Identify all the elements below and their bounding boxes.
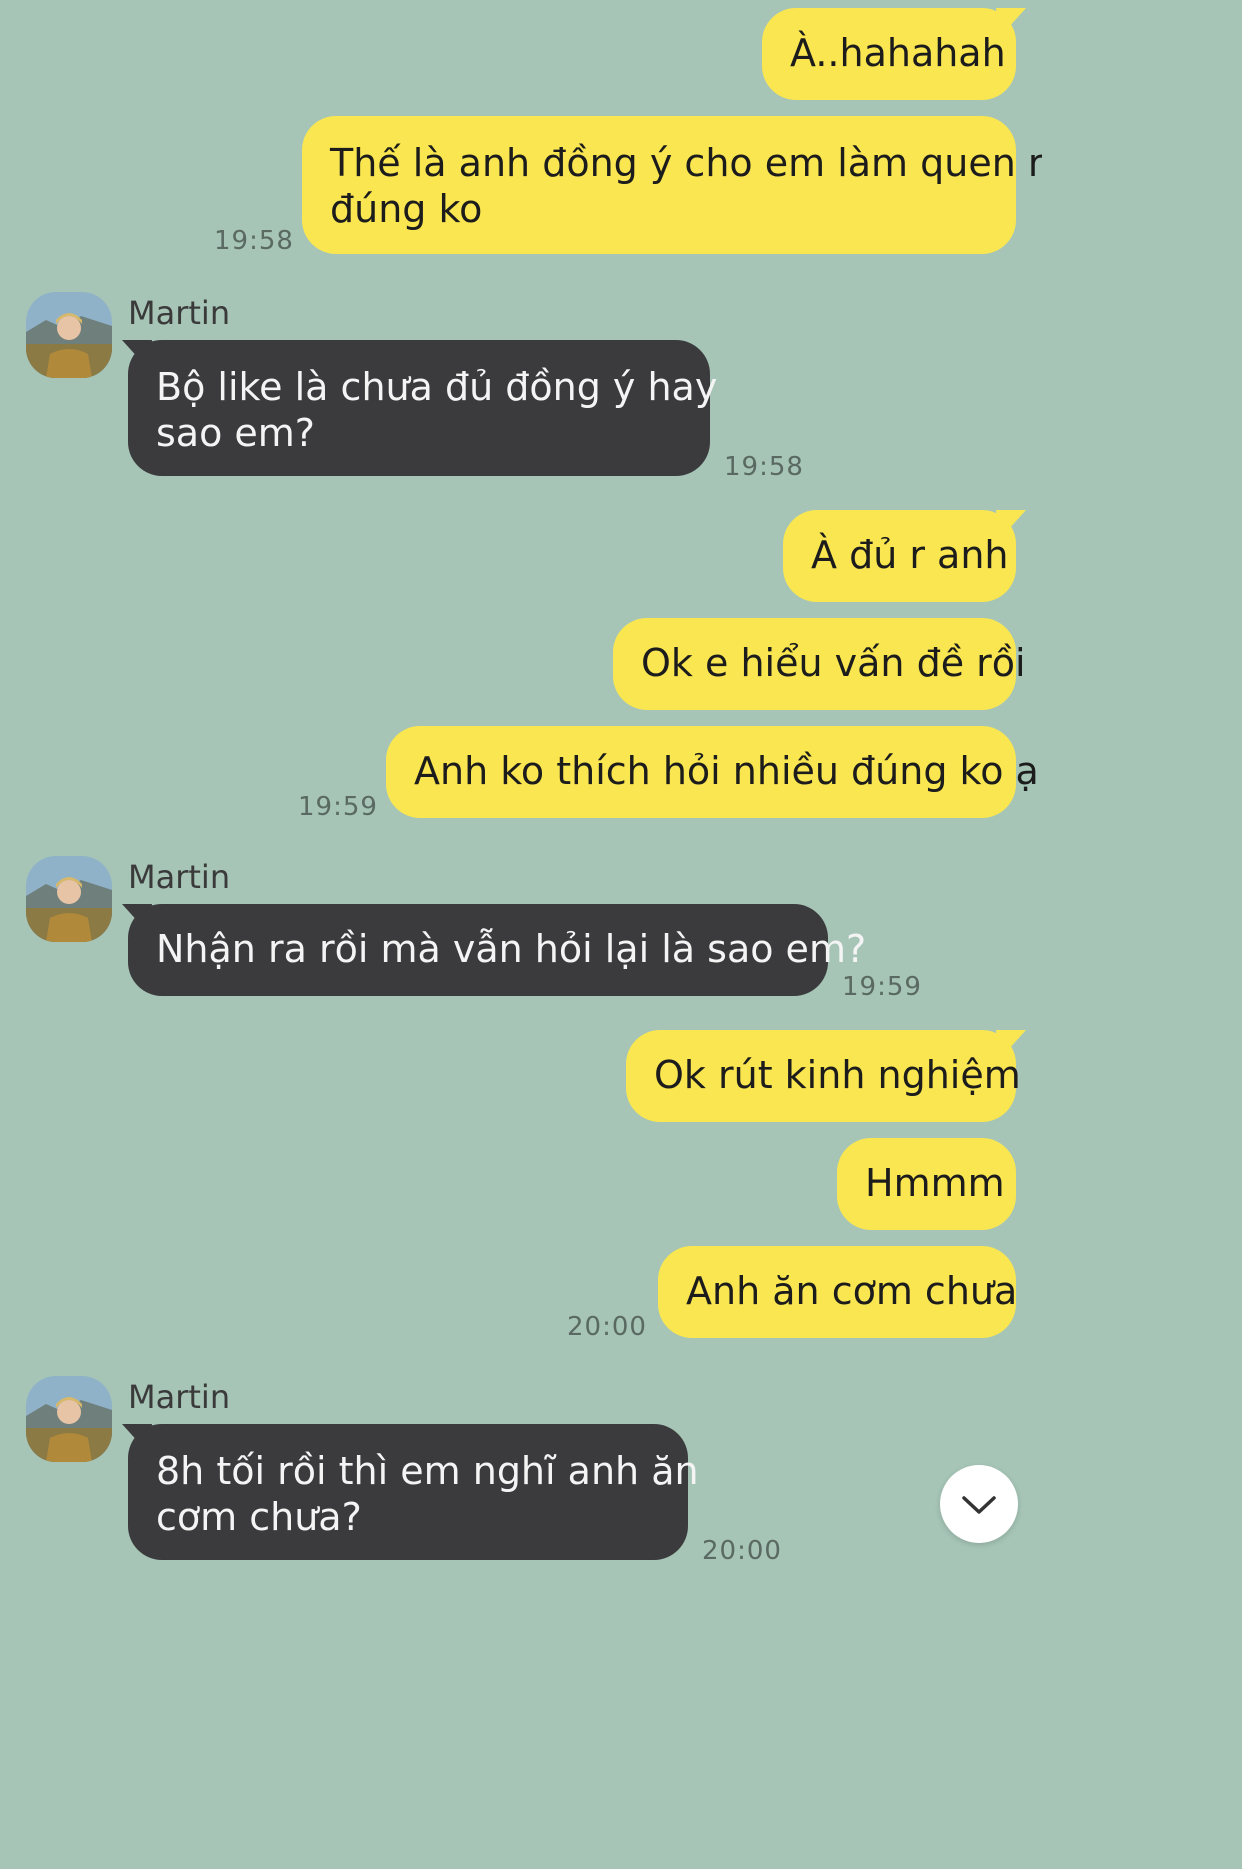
message-bubble[interactable]: Anh ăn cơm chưa (658, 1246, 1018, 1338)
message-text-line: cơm chưa? (156, 1495, 362, 1539)
message-bubble[interactable]: Bộ like là chưa đủ đồng ý hay sao em? (128, 340, 718, 476)
profile-photo-icon (26, 1376, 112, 1462)
message-time: 19:58 (214, 226, 294, 256)
message-bubble[interactable]: Nhận ra rồi mà vẫn hỏi lại là sao em? (128, 904, 866, 996)
message-bubble[interactable]: Thế là anh đồng ý cho em làm quen r đúng… (302, 116, 1042, 254)
avatar[interactable] (26, 292, 112, 378)
message-text-line: Bộ like là chưa đủ đồng ý hay (156, 365, 718, 409)
chevron-down-icon (962, 1496, 996, 1514)
avatar[interactable] (26, 856, 112, 942)
message-text: Ok e hiểu vấn đề rồi (641, 641, 1026, 685)
sender-name: Martin (128, 858, 231, 896)
message-text: Nhận ra rồi mà vẫn hỏi lại là sao em? (156, 927, 867, 971)
chat-area[interactable]: À..hahahah Thế là anh đồng ý cho em làm … (0, 0, 1042, 1869)
message-time: 19:59 (298, 792, 378, 822)
message-bubble[interactable]: À đủ r anh (783, 510, 1016, 602)
message-text: À đủ r anh (811, 533, 1009, 577)
message-text-line: Thế là anh đồng ý cho em làm quen r (330, 141, 1042, 185)
message-bubble[interactable]: Ok rút kinh nghiệm (626, 1030, 1021, 1122)
avatar[interactable] (26, 1376, 112, 1462)
message-time: 20:00 (567, 1312, 647, 1342)
message-bubble[interactable]: À..hahahah (762, 8, 1016, 100)
profile-photo-icon (26, 292, 112, 378)
message-text: À..hahahah (790, 31, 1006, 75)
message-text-line: sao em? (156, 411, 315, 455)
message-bubble[interactable]: 8h tối rồi thì em nghĩ anh ăn cơm chưa? (128, 1424, 699, 1560)
message-time: 19:58 (724, 452, 804, 482)
message-bubble[interactable]: Ok e hiểu vấn đề rồi (613, 618, 1026, 710)
message-bubble[interactable]: Anh ko thích hỏi nhiều đúng ko ạ (386, 726, 1039, 818)
scroll-to-bottom-button[interactable] (940, 1465, 1018, 1543)
message-text-line: 8h tối rồi thì em nghĩ anh ăn (156, 1449, 699, 1493)
message-bubble[interactable]: Hmmm (837, 1138, 1016, 1230)
sender-name: Martin (128, 294, 231, 332)
message-text: Hmmm (865, 1161, 1005, 1205)
message-text: Anh ko thích hỏi nhiều đúng ko ạ (414, 749, 1039, 793)
profile-photo-icon (26, 856, 112, 942)
message-text: Anh ăn cơm chưa (686, 1269, 1018, 1313)
message-text: Ok rút kinh nghiệm (654, 1053, 1021, 1097)
message-time: 20:00 (702, 1536, 782, 1566)
sender-name: Martin (128, 1378, 231, 1416)
message-text-line: đúng ko (330, 187, 483, 231)
message-time: 19:59 (842, 972, 922, 1002)
